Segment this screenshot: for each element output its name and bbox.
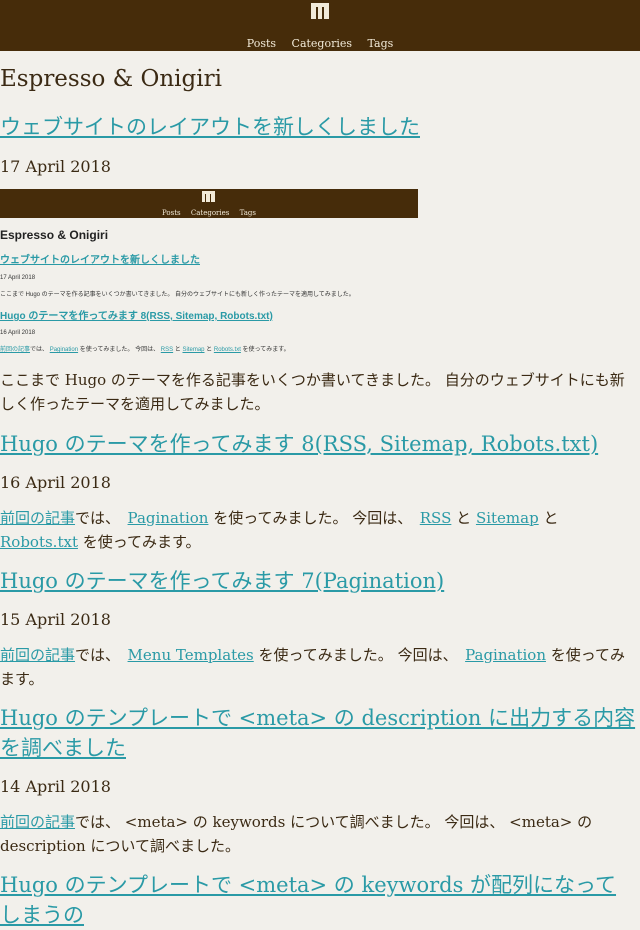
site-header: Posts Categories Tags [0,0,640,51]
excerpt-text: では、 [75,646,113,664]
site-title[interactable]: Espresso & Onigiri [0,66,222,92]
post-excerpt-3: 前回の記事では、 Menu Templates を使ってみました。 今回は、 P… [0,643,636,691]
nav-posts[interactable]: Posts [247,37,276,50]
thumbnail-link-prev: 前回の記事 [0,347,31,353]
nav-tags[interactable]: Tags [368,37,394,50]
thumbnail-link-robots: Robots.txt [213,347,241,353]
post-title-5[interactable]: Hugo のテンプレートで <meta> の keywords が配列になってし… [0,870,636,930]
thumbnail-text: を使ってみました。 今回は、 [79,347,160,353]
link-menu-templates[interactable]: Menu Templates [128,646,254,664]
thumbnail-header: Posts Categories Tags [0,189,418,218]
thumbnail-text: では、 [30,347,49,353]
post-thumbnail[interactable]: Posts Categories Tags Espresso & Onigiri… [0,189,418,359]
thumbnail-post-date-2: 16 April 2018 [0,330,36,336]
excerpt-text: では、 <meta> の keywords について調べました。 今回は、 <m… [0,813,593,855]
link-rss[interactable]: RSS [420,509,452,527]
excerpt-text: では、 [75,509,113,527]
post-date-1: 17 April 2018 [0,157,111,176]
post-title-3[interactable]: Hugo のテーマを作ってみます 7(Pagination) [0,566,636,596]
link-pagination[interactable]: Pagination [465,646,546,664]
thumbnail-link-pagination: Pagination [49,347,79,353]
thumbnail-text: と [206,347,213,353]
thumbnail-nav-categories: Categories [190,209,230,217]
post-excerpt-4: 前回の記事では、 <meta> の keywords について調べました。 今回… [0,810,636,858]
thumbnail-post-date-1: 17 April 2018 [0,275,36,281]
post-title-4[interactable]: Hugo のテンプレートで <meta> の description に出力する… [0,703,636,763]
thumbnail-nav: Posts Categories Tags [0,209,418,217]
logo-icon[interactable] [311,3,329,19]
link-previous-post[interactable]: 前回の記事 [0,509,75,527]
thumbnail-text: を使ってみます。 [242,347,290,353]
thumbnail-link-rss: RSS [160,347,174,353]
thumbnail-nav-tags: Tags [239,209,256,217]
excerpt-text: と [456,509,472,527]
excerpt-text: を使ってみます。 [82,533,201,551]
thumbnail-post-text-2: 前回の記事では、 Pagination を使ってみました。 今回は、 RSS と… [0,344,290,353]
thumbnail-link-sitemap: Sitemap [182,347,205,353]
link-previous-post[interactable]: 前回の記事 [0,813,75,831]
thumbnail-post-title-2: Hugo のテーマを作ってみます 8(RSS, Sitemap, Robots.… [0,311,273,322]
post-title-2[interactable]: Hugo のテーマを作ってみます 8(RSS, Sitemap, Robots.… [0,429,636,459]
post-excerpt-1: ここまで Hugo のテーマを作る記事をいくつか書いてきました。 自分のウェブサ… [0,371,625,413]
thumbnail-text: と [174,347,181,353]
thumbnail-nav-posts: Posts [162,209,181,217]
post-date-3: 15 April 2018 [0,610,111,629]
post-date-4: 14 April 2018 [0,777,111,796]
excerpt-text: を使ってみました。 今回は、 [258,646,451,664]
post-excerpt-2: 前回の記事では、 Pagination を使ってみました。 今回は、 RSS と… [0,506,636,554]
excerpt-text: を使ってみました。 今回は、 [213,509,405,527]
thumbnail-post-title-1: ウェブサイトのレイアウトを新しくしました [0,255,200,266]
post-title-1[interactable]: ウェブサイトのレイアウトを新しくしました [0,112,636,142]
nav-categories[interactable]: Categories [292,37,353,50]
thumbnail-site-title: Espresso & Onigiri [0,228,109,242]
link-sitemap[interactable]: Sitemap [476,509,539,527]
link-previous-post[interactable]: 前回の記事 [0,646,75,664]
link-robots[interactable]: Robots.txt [0,533,78,551]
post-date-2: 16 April 2018 [0,473,111,492]
thumbnail-post-text-1: ここまで Hugo のテーマを作る記事をいくつか書いてきました。 自分のウェブサ… [0,292,355,298]
link-pagination[interactable]: Pagination [128,509,209,527]
main-nav: Posts Categories Tags [0,37,640,50]
thumbnail-logo-icon [202,191,215,202]
excerpt-text: と [543,509,559,527]
